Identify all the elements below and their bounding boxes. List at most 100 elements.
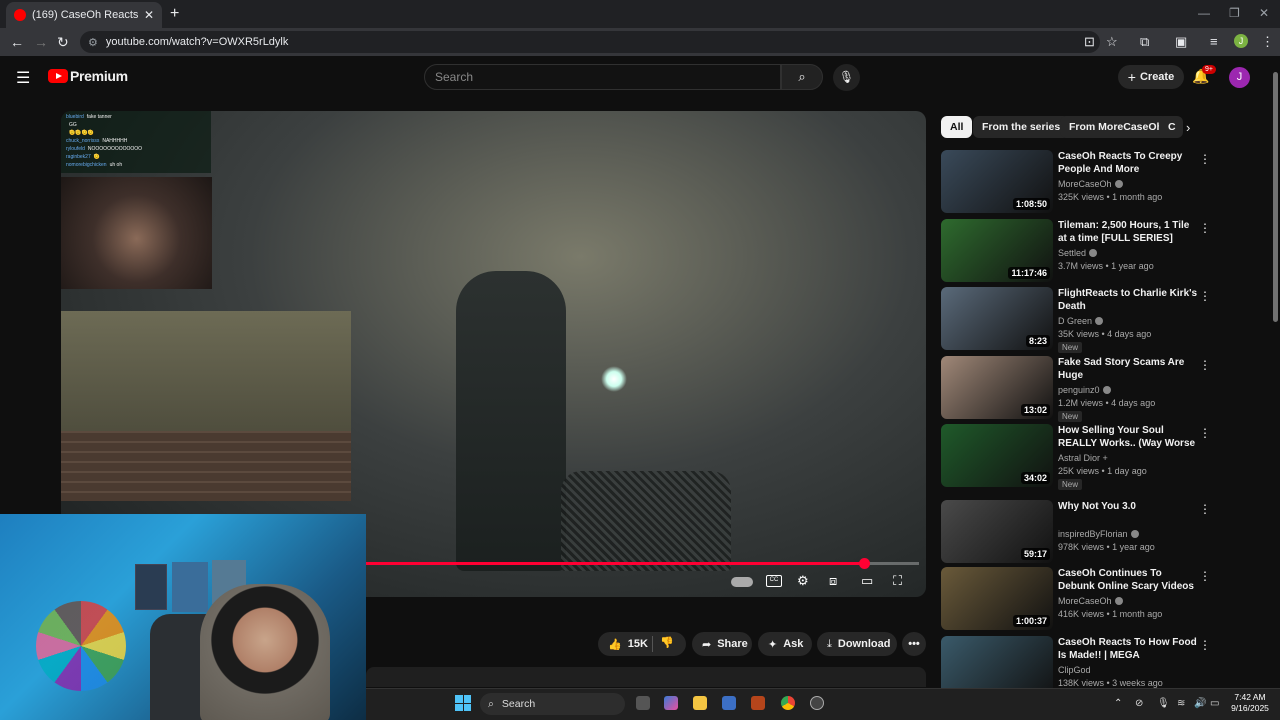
more-options-icon[interactable]: ⋮	[1199, 221, 1211, 235]
video-thumbnail[interactable]: 8:23	[941, 287, 1053, 350]
filter-chip[interactable]: From the series	[973, 116, 1070, 138]
thumbs-down-icon[interactable]: 👎	[660, 636, 674, 649]
site-info-icon[interactable]: ⚙	[88, 36, 98, 49]
video-title[interactable]: CaseOh Reacts To How Food Is Made!! | ME…	[1058, 636, 1198, 663]
more-options-icon[interactable]: ⋮	[1199, 289, 1211, 303]
browser-tab[interactable]: (169) CaseOh Reacts To Balone ✕	[6, 2, 162, 28]
filter-chip[interactable]: From MoreCaseOh	[1060, 116, 1172, 138]
more-options-icon[interactable]: ⋮	[1199, 358, 1211, 372]
tab-close-icon[interactable]: ✕	[144, 8, 154, 22]
more-options-icon[interactable]: ⋮	[1199, 569, 1211, 583]
task-view-icon[interactable]	[636, 696, 650, 710]
video-title[interactable]: How Selling Your Soul REALLY Works.. (Wa…	[1058, 424, 1198, 451]
video-thumbnail[interactable]: 13:02	[941, 356, 1053, 419]
settings-gear-icon[interactable]: ⚙	[797, 573, 809, 589]
channel-name[interactable]: Astral Dior +	[1058, 453, 1108, 463]
chevron-up-icon[interactable]: ⌃	[1114, 698, 1122, 709]
recommended-video[interactable]: 13:02 Fake Sad Story Scams Are Huge pengui…	[941, 356, 1216, 422]
description-panel[interactable]	[366, 667, 926, 687]
reading-list-icon[interactable]: ≡	[1210, 34, 1218, 49]
scrubber-handle[interactable]	[858, 558, 870, 569]
back-icon[interactable]: ←	[10, 34, 24, 50]
captions-icon[interactable]: CC	[766, 575, 782, 587]
extensions-icon[interactable]: ⧉	[1140, 34, 1149, 50]
app-icon[interactable]	[751, 696, 765, 710]
volume-icon[interactable]: 🔊	[1194, 698, 1206, 709]
like-button[interactable]: 👍 15K 👎	[598, 632, 686, 656]
channel-name[interactable]: ClipGod	[1058, 665, 1091, 675]
video-title[interactable]: Tileman: 2,500 Hours, 1 Tile at a time […	[1058, 219, 1198, 245]
store-icon[interactable]	[722, 696, 736, 710]
more-actions-button[interactable]: •••	[902, 632, 926, 656]
video-thumbnail[interactable]: 1:00:37	[941, 567, 1053, 630]
windows-start-icon[interactable]	[455, 695, 471, 711]
share-button[interactable]: ➦ Share	[692, 632, 752, 656]
search-button[interactable]: ⌕	[781, 64, 823, 90]
ask-button[interactable]: ✦ Ask	[758, 632, 812, 656]
recommended-video[interactable]: 8:23 FlightReacts to Charlie Kirk's Death…	[941, 287, 1216, 353]
recommended-video[interactable]: CaseOh Reacts To How Food Is Made!! | ME…	[941, 636, 1216, 699]
video-title[interactable]: CaseOh Reacts To Creepy People And More	[1058, 150, 1198, 176]
scrollbar-thumb[interactable]	[1273, 72, 1278, 322]
progress-bar[interactable]	[366, 558, 919, 569]
browser-menu-icon[interactable]: ⋮	[1261, 34, 1274, 50]
reload-icon[interactable]: ↻	[57, 34, 69, 51]
more-options-icon[interactable]: ⋮	[1199, 502, 1211, 516]
file-explorer-icon[interactable]	[693, 696, 707, 710]
channel-name[interactable]: MoreCaseOh	[1058, 596, 1123, 606]
bookmark-star-icon[interactable]: ☆	[1106, 34, 1118, 50]
restore-icon[interactable]: ❐	[1229, 6, 1240, 20]
channel-name[interactable]: penguinz0	[1058, 385, 1111, 395]
new-tab-icon[interactable]: +	[170, 5, 179, 23]
youtube-logo[interactable]: Premium	[48, 68, 128, 84]
browser-profile-avatar[interactable]: J	[1234, 34, 1248, 48]
channel-name[interactable]: Settled	[1058, 248, 1098, 258]
minimize-icon[interactable]: —	[1198, 6, 1210, 20]
video-thumbnail[interactable]: 11:17:46	[941, 219, 1053, 282]
obs-icon[interactable]	[810, 696, 824, 710]
recommended-video[interactable]: 1:00:37 CaseOh Continues To Debunk Online…	[941, 567, 1216, 631]
video-thumbnail[interactable]: 59:17	[941, 500, 1053, 563]
recommended-video[interactable]: 11:17:46 Tileman: 2,500 Hours, 1 Tile at …	[941, 219, 1216, 283]
chrome-icon[interactable]	[781, 696, 795, 710]
video-thumbnail[interactable]: 1:08:50	[941, 150, 1053, 213]
recommended-video[interactable]: 59:17 Why Not You 3.0 inspiredByFlorian 978…	[941, 500, 1216, 564]
microphone-icon[interactable]: 🎙	[1157, 698, 1170, 709]
copilot-icon[interactable]	[664, 696, 678, 710]
theater-mode-icon[interactable]: ▭	[861, 573, 873, 589]
filter-chip[interactable]: C	[1159, 116, 1183, 138]
video-thumbnail[interactable]: 34:02	[941, 424, 1053, 487]
channel-name[interactable]: MoreCaseOh	[1058, 179, 1123, 189]
battery-icon[interactable]: ▭	[1210, 698, 1219, 709]
miniplayer-icon[interactable]: ⧈	[829, 573, 837, 589]
hamburger-menu-icon[interactable]: ☰	[16, 68, 30, 88]
create-button[interactable]: + Create	[1118, 65, 1184, 89]
recommended-video[interactable]: 1:08:50 CaseOh Reacts To Creepy People An…	[941, 150, 1216, 214]
search-input[interactable]: Search	[424, 64, 781, 90]
address-bar[interactable]: ⚙ youtube.com/watch?v=OWXR5rLdylk	[80, 31, 1100, 53]
recommended-video[interactable]: 34:02 How Selling Your Soul REALLY Works.…	[941, 424, 1216, 490]
channel-name[interactable]: D Green	[1058, 316, 1104, 326]
video-title[interactable]: Fake Sad Story Scams Are Huge	[1058, 356, 1198, 382]
chevron-right-icon[interactable]: ›	[1186, 120, 1190, 135]
more-options-icon[interactable]: ⋮	[1199, 152, 1211, 166]
wifi-icon[interactable]: ≋	[1177, 698, 1185, 709]
taskbar-clock[interactable]: 7:42 AM 9/16/2025	[1228, 692, 1272, 714]
channel-name[interactable]: inspiredByFlorian	[1058, 529, 1139, 539]
camera-off-icon[interactable]: ⊘	[1135, 698, 1143, 709]
voice-search-button[interactable]: 🎙	[833, 64, 860, 91]
video-title[interactable]: FlightReacts to Charlie Kirk's Death	[1058, 287, 1198, 313]
forward-icon[interactable]: →	[34, 34, 48, 50]
window-close-icon[interactable]: ✕	[1259, 6, 1269, 20]
more-options-icon[interactable]: ⋮	[1199, 426, 1211, 440]
taskbar-search[interactable]: ⌕ Search	[480, 693, 625, 715]
video-title[interactable]: Why Not You 3.0	[1058, 500, 1198, 513]
split-view-icon[interactable]: ▣	[1175, 34, 1187, 50]
fullscreen-icon[interactable]: ⛶	[893, 573, 902, 589]
video-title[interactable]: CaseOh Continues To Debunk Online Scary …	[1058, 567, 1198, 593]
download-button[interactable]: ⤓ Download	[817, 632, 897, 656]
more-options-icon[interactable]: ⋮	[1199, 638, 1211, 652]
account-avatar[interactable]: J	[1229, 67, 1250, 88]
install-app-icon[interactable]: ⊡	[1084, 34, 1095, 50]
filter-chip[interactable]: All	[941, 116, 973, 138]
